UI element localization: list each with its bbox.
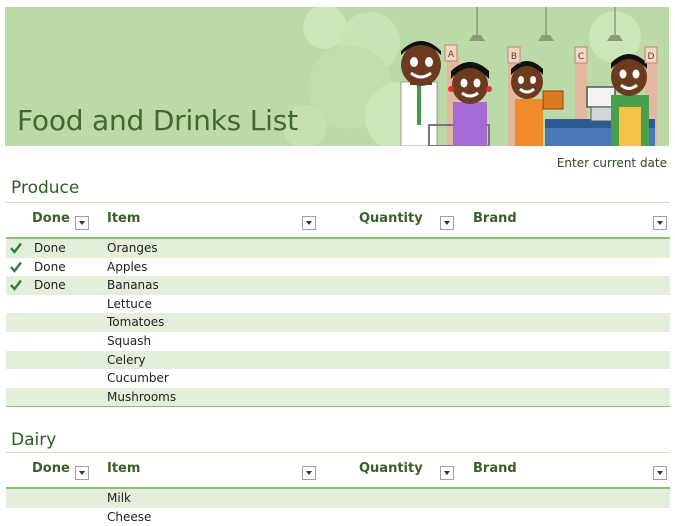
table-row[interactable]: Cheese	[6, 508, 670, 526]
item-cell[interactable]: Bananas	[107, 278, 159, 292]
table-row[interactable]: Squash	[6, 332, 670, 351]
item-cell[interactable]: Celery	[107, 353, 146, 367]
dropdown-filter-icon[interactable]	[75, 216, 89, 230]
page-title[interactable]: Food and Drinks List	[17, 104, 298, 137]
dairy-table-header: Done Item Quantity Brand	[6, 455, 670, 489]
column-header-brand[interactable]: Brand	[473, 461, 517, 476]
table-row[interactable]: Done Bananas	[6, 276, 670, 295]
produce-table: Done Item Quantity Brand Done Oranges Do…	[6, 205, 670, 408]
item-cell[interactable]: Mushrooms	[107, 390, 176, 404]
aisle-sign-a: A	[448, 50, 455, 60]
dropdown-filter-icon[interactable]	[75, 466, 89, 480]
section-divider	[6, 452, 670, 453]
done-cell[interactable]: Done	[34, 241, 66, 255]
checkmark-icon	[10, 261, 22, 273]
column-header-done[interactable]: Done	[32, 461, 70, 476]
column-header-quantity[interactable]: Quantity	[359, 461, 423, 476]
done-cell[interactable]: Done	[34, 260, 66, 274]
table-row[interactable]: Mushrooms	[6, 387, 670, 407]
table-row[interactable]: Celery	[6, 350, 670, 370]
item-cell[interactable]: Cucumber	[107, 371, 169, 385]
table-row[interactable]: Tomatoes	[6, 313, 670, 332]
dropdown-filter-icon[interactable]	[302, 466, 316, 480]
column-header-item[interactable]: Item	[107, 211, 140, 226]
table-bottom-border	[6, 406, 670, 408]
item-cell[interactable]: Lettuce	[107, 297, 152, 311]
dairy-section-title: Dairy	[11, 430, 57, 450]
column-header-done[interactable]: Done	[32, 211, 70, 226]
table-row[interactable]: Lettuce	[6, 295, 670, 314]
dairy-table: Done Item Quantity Brand Milk Cheese	[6, 455, 670, 526]
column-header-item[interactable]: Item	[107, 461, 140, 476]
table-row[interactable]: Cucumber	[6, 369, 670, 388]
header-banner: A B C D Food and Drinks List	[5, 7, 669, 146]
item-cell[interactable]: Tomatoes	[107, 315, 164, 329]
column-header-quantity[interactable]: Quantity	[359, 211, 423, 226]
aisle-sign-d: D	[648, 52, 655, 62]
item-cell[interactable]: Milk	[107, 491, 131, 505]
current-date-cell[interactable]: Enter current date	[557, 156, 667, 170]
aisle-sign-b: B	[511, 52, 517, 62]
section-divider	[6, 202, 670, 203]
item-cell[interactable]: Apples	[107, 260, 147, 274]
column-header-brand[interactable]: Brand	[473, 211, 517, 226]
item-cell[interactable]: Oranges	[107, 241, 158, 255]
checkmark-icon	[10, 279, 22, 292]
table-row[interactable]: Done Apples	[6, 258, 670, 277]
done-cell[interactable]: Done	[34, 278, 66, 292]
produce-table-header: Done Item Quantity Brand	[6, 205, 670, 239]
dropdown-filter-icon[interactable]	[302, 216, 316, 230]
item-cell[interactable]: Cheese	[107, 510, 151, 524]
aisle-sign-c: C	[578, 52, 584, 62]
dropdown-filter-icon[interactable]	[653, 216, 667, 230]
dropdown-filter-icon[interactable]	[440, 216, 454, 230]
table-row[interactable]: Done Oranges	[6, 239, 670, 258]
table-row[interactable]: Milk	[6, 489, 670, 508]
dropdown-filter-icon[interactable]	[440, 466, 454, 480]
produce-section-title: Produce	[11, 178, 80, 198]
item-cell[interactable]: Squash	[107, 334, 151, 348]
dropdown-filter-icon[interactable]	[653, 466, 667, 480]
checkmark-icon	[10, 242, 22, 254]
